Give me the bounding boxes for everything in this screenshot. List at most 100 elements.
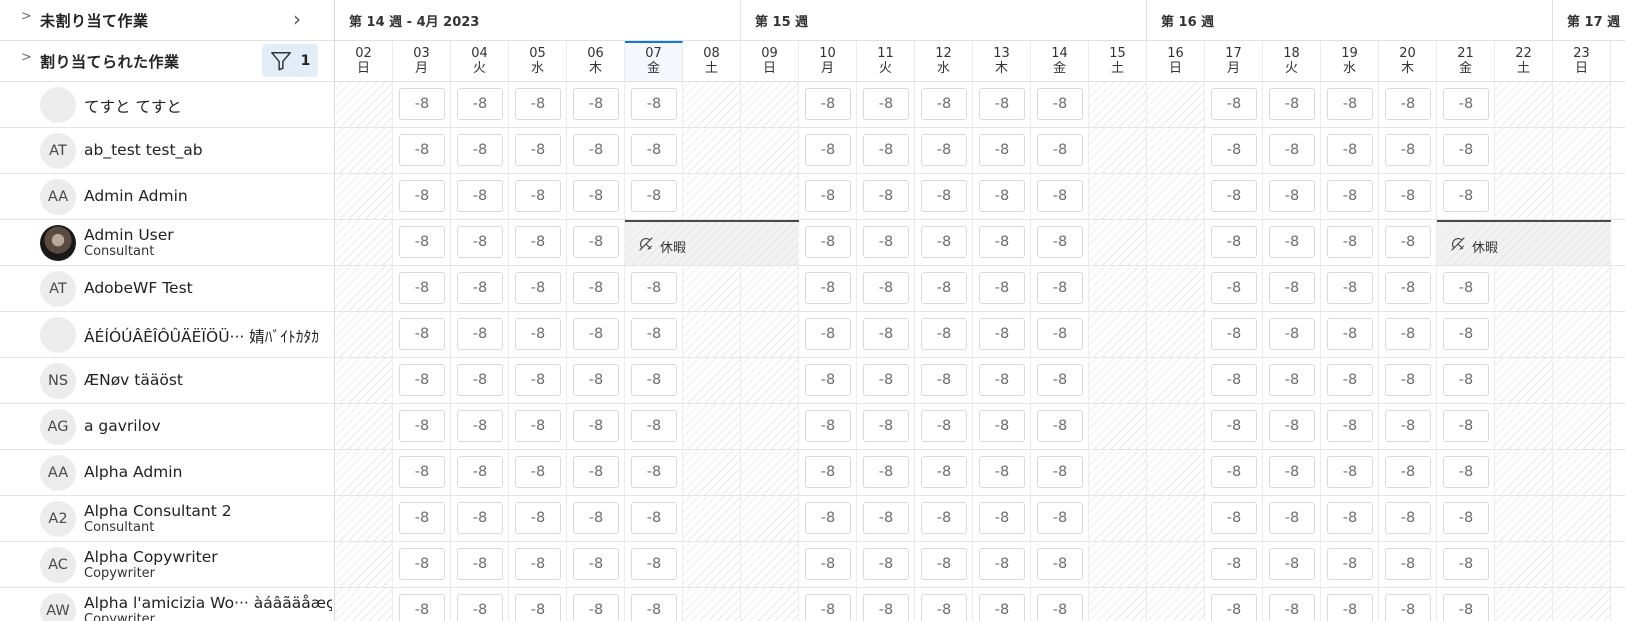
day-header-11[interactable]: 11 火 <box>857 41 915 81</box>
availability-value[interactable]: -8 <box>979 88 1025 120</box>
grid-cell[interactable] <box>683 128 741 173</box>
grid-cell[interactable] <box>1495 358 1553 403</box>
grid-cell[interactable]: -8 <box>393 220 451 265</box>
availability-value[interactable]: -8 <box>1327 226 1373 258</box>
grid-cell[interactable]: -8 <box>1031 404 1089 449</box>
availability-value[interactable]: -8 <box>979 272 1025 304</box>
availability-value[interactable]: -8 <box>921 180 967 212</box>
grid-cell[interactable]: -8 <box>567 404 625 449</box>
availability-value[interactable]: -8 <box>1385 364 1431 396</box>
availability-value[interactable]: -8 <box>1269 364 1315 396</box>
availability-value[interactable]: -8 <box>921 548 967 580</box>
day-header-20[interactable]: 20 木 <box>1379 41 1437 81</box>
grid-cell[interactable] <box>1495 266 1553 311</box>
person-row[interactable]: NS ÆNøv tääöst <box>0 358 334 404</box>
grid-cell[interactable]: -8 <box>567 266 625 311</box>
availability-value[interactable]: -8 <box>573 594 619 621</box>
grid-cell[interactable]: -8 <box>451 358 509 403</box>
grid-cell[interactable]: -8 <box>509 496 567 541</box>
availability-value[interactable]: -8 <box>921 364 967 396</box>
grid-cell[interactable]: -8 <box>1379 358 1437 403</box>
grid-cell[interactable]: -8 <box>393 266 451 311</box>
grid-cell[interactable]: -8 <box>1031 128 1089 173</box>
grid-cell[interactable]: -8 <box>1379 542 1437 587</box>
grid-cell[interactable]: -8 <box>393 404 451 449</box>
grid-cell[interactable]: -8 <box>1205 496 1263 541</box>
availability-value[interactable]: -8 <box>631 502 677 534</box>
grid-cell[interactable] <box>1147 266 1205 311</box>
day-header-23[interactable]: 23 日 <box>1553 41 1611 81</box>
availability-value[interactable]: -8 <box>573 134 619 166</box>
grid-cell[interactable] <box>335 82 393 127</box>
availability-value[interactable]: -8 <box>1327 180 1373 212</box>
person-name[interactable]: Admin Admin <box>84 187 332 205</box>
availability-value[interactable]: -8 <box>979 502 1025 534</box>
grid-cell[interactable]: -8 <box>625 312 683 357</box>
grid-cell[interactable]: -8 <box>1321 174 1379 219</box>
person-row[interactable]: AT ab_test test_ab <box>0 128 334 174</box>
grid-cell[interactable] <box>741 496 799 541</box>
grid-cell[interactable] <box>1147 588 1205 621</box>
grid-cell[interactable]: -8 <box>1031 220 1089 265</box>
availability-value[interactable]: -8 <box>1385 502 1431 534</box>
day-header-09[interactable]: 09 日 <box>741 41 799 81</box>
person-name[interactable]: ab_test test_ab <box>84 141 332 159</box>
availability-value[interactable]: -8 <box>1269 594 1315 621</box>
grid-cell[interactable]: -8 <box>1205 174 1263 219</box>
availability-value[interactable]: -8 <box>1269 226 1315 258</box>
grid-cell[interactable]: -8 <box>1379 82 1437 127</box>
grid-cell[interactable] <box>741 266 799 311</box>
person-row[interactable]: A2 Alpha Consultant 2 Consultant <box>0 496 334 542</box>
availability-value[interactable]: -8 <box>979 594 1025 621</box>
grid-cell[interactable]: -8 <box>625 174 683 219</box>
availability-value[interactable]: -8 <box>1327 410 1373 442</box>
grid-cell[interactable]: -8 <box>1321 496 1379 541</box>
availability-value[interactable]: -8 <box>457 410 503 442</box>
grid-cell[interactable]: -8 <box>857 312 915 357</box>
grid-cell[interactable] <box>1495 404 1553 449</box>
grid-cell[interactable]: -8 <box>1379 220 1437 265</box>
grid-cell[interactable]: -8 <box>1437 128 1495 173</box>
availability-value[interactable]: -8 <box>863 548 909 580</box>
grid-cell[interactable]: -8 <box>1205 358 1263 403</box>
grid-cell[interactable]: -8 <box>1321 358 1379 403</box>
assigned-work-row[interactable]: > 割り当てられた作業 1 <box>0 41 334 82</box>
availability-value[interactable]: -8 <box>1037 594 1083 621</box>
grid-cell[interactable]: -8 <box>393 312 451 357</box>
availability-value[interactable]: -8 <box>921 456 967 488</box>
day-header-17[interactable]: 17 月 <box>1205 41 1263 81</box>
grid-cell[interactable] <box>335 128 393 173</box>
availability-value[interactable]: -8 <box>631 364 677 396</box>
availability-value[interactable]: -8 <box>457 502 503 534</box>
grid-cell[interactable] <box>1553 128 1611 173</box>
grid-cell[interactable]: -8 <box>451 82 509 127</box>
grid-cell[interactable]: -8 <box>1031 82 1089 127</box>
availability-value[interactable]: -8 <box>863 180 909 212</box>
availability-value[interactable]: -8 <box>805 88 851 120</box>
chevron-right-icon[interactable]: > <box>21 9 32 24</box>
availability-value[interactable]: -8 <box>1269 456 1315 488</box>
availability-value[interactable]: -8 <box>399 502 445 534</box>
availability-value[interactable]: -8 <box>921 410 967 442</box>
availability-value[interactable]: -8 <box>1269 318 1315 350</box>
grid-cell[interactable]: -8 <box>1205 220 1263 265</box>
collapse-panel-icon[interactable]: › <box>293 8 301 30</box>
availability-value[interactable]: -8 <box>1037 502 1083 534</box>
day-header-04[interactable]: 04 火 <box>451 41 509 81</box>
availability-value[interactable]: -8 <box>399 272 445 304</box>
grid-cell[interactable] <box>1089 588 1147 621</box>
grid-cell[interactable] <box>1495 542 1553 587</box>
availability-value[interactable]: -8 <box>1269 272 1315 304</box>
grid-cell[interactable] <box>1147 174 1205 219</box>
grid-cell[interactable]: -8 <box>1205 128 1263 173</box>
availability-value[interactable]: -8 <box>1037 180 1083 212</box>
availability-value[interactable]: -8 <box>1385 180 1431 212</box>
grid-cell[interactable] <box>1553 496 1611 541</box>
time-off-bar[interactable]: 休暇 <box>625 220 799 265</box>
grid-cell[interactable]: -8 <box>857 128 915 173</box>
availability-value[interactable]: -8 <box>631 180 677 212</box>
day-header-05[interactable]: 05 水 <box>509 41 567 81</box>
grid-cell[interactable]: -8 <box>451 450 509 495</box>
grid-cell[interactable] <box>683 450 741 495</box>
day-header-08[interactable]: 08 土 <box>683 41 741 81</box>
